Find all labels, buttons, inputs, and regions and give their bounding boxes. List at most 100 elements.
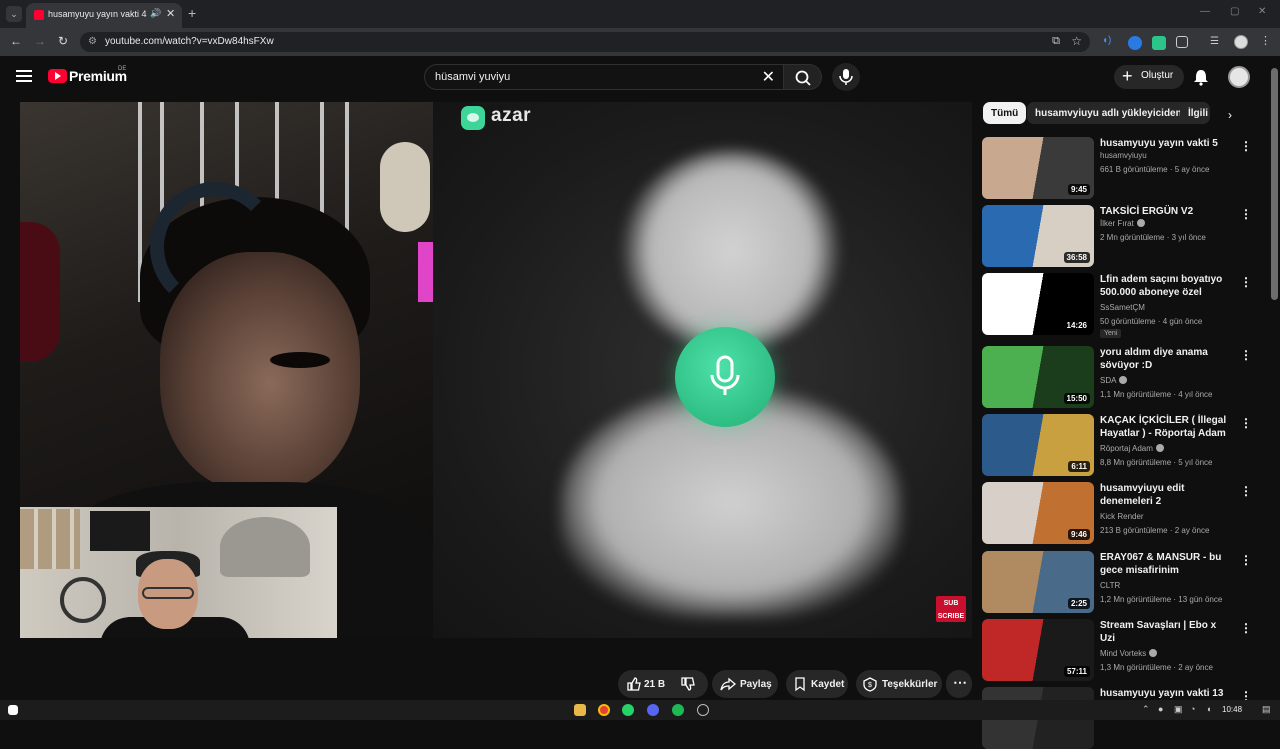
more-options-icon[interactable]: ⋮ [1240,621,1252,635]
site-info-icon[interactable]: ⚙ [88,36,97,47]
video-thumbnail[interactable]: 2:25 [982,551,1094,613]
browser-tab[interactable]: husamyuyu yayın vakti 4 - 🔊 ✕ [26,3,182,28]
notifications-center-icon[interactable]: ▤ [1262,704,1271,715]
recommendation-item[interactable]: 15:50 yoru aldım diye anama sövüyor :D SDA… [982,346,1252,408]
audio-playing-icon[interactable]: 🔊 [150,8,161,19]
recommendation-item[interactable]: 9:45 husamyuyu yayın vakti 5 husamvyiuyu 66… [982,137,1252,199]
channel-name-row[interactable]: SDA [1100,376,1128,385]
like-icon[interactable] [626,676,642,692]
back-icon[interactable]: ← [10,34,22,48]
reading-list-icon[interactable]: ☰ [1210,36,1224,50]
channel-name[interactable]: SsSametÇM [1100,303,1145,312]
extension-sound-icon[interactable]: ◖) [1102,35,1116,49]
discord-icon[interactable] [647,704,659,716]
account-avatar[interactable] [1228,66,1250,88]
tab-close-icon[interactable]: ✕ [166,7,175,20]
chip-from-uploader[interactable]: husamvyiuyu adlı yükleyiciden [1027,102,1190,124]
channel-name-row[interactable]: İlker Fırat [1100,219,1145,228]
tab-search-button[interactable]: ⌄ [6,6,22,22]
notifications-bell-icon[interactable] [1192,68,1210,86]
video-player[interactable]: azar SUB SCRIBE [20,102,972,638]
chip-related[interactable]: İlgili [1180,102,1210,124]
recommendation-item[interactable]: 2:25 ERAY067 & MANSUR - bu gece misafirin… [982,551,1252,613]
dislike-icon[interactable] [680,676,696,692]
more-options-icon[interactable]: ⋮ [1240,207,1252,221]
like-count[interactable]: 21 B [644,679,665,690]
browser-menu-icon[interactable]: ⋮ [1260,34,1274,48]
url-field[interactable]: ⚙ youtube.com/watch?v=vxDw84hsFXw ⧉ ☆ [80,32,1090,52]
channel-name[interactable]: Mind Vorteks [1100,649,1146,658]
channel-name[interactable]: İlker Fırat [1100,219,1134,228]
video-title[interactable]: ERAY067 & MANSUR - bu gece misafirinim [1100,551,1230,577]
thanks-button[interactable]: $ Teşekkürler [856,670,942,698]
reload-icon[interactable]: ↻ [58,34,68,48]
video-title[interactable]: husamyuyu yayın vakti 13 [1100,687,1230,700]
tray-mic-icon[interactable]: ● [1158,704,1163,714]
profile-avatar-icon[interactable] [1234,35,1248,49]
close-window-icon[interactable]: ✕ [1258,6,1266,17]
video-thumbnail[interactable]: 6:11 [982,414,1094,476]
extension-blue-icon[interactable] [1128,36,1142,50]
create-button[interactable]: + Oluştur [1114,65,1184,89]
extension-shield-icon[interactable] [1152,36,1166,50]
install-app-icon[interactable]: ⧉ [1052,35,1060,48]
more-options-icon[interactable]: ⋮ [1240,139,1252,153]
new-tab-button[interactable]: + [188,5,196,21]
chrome-icon[interactable] [598,704,610,716]
extensions-puzzle-icon[interactable] [1176,36,1188,48]
channel-name[interactable]: husamvyiuyu [1100,151,1147,160]
subscribe-watermark[interactable]: SUB SCRIBE [936,596,966,622]
video-title[interactable]: Lfin adem saçını boyatıyo 500.000 aboney… [1100,273,1230,299]
video-thumbnail[interactable]: 57:11 [982,619,1094,681]
video-title[interactable]: TAKSİCİ ERGÜN V2 [1100,205,1230,218]
forward-icon[interactable]: → [34,34,46,48]
tray-network-icon[interactable]: ▣ [1174,704,1183,715]
more-options-icon[interactable]: ⋮ [1240,275,1252,289]
channel-name-row[interactable]: husamvyiuyu [1100,151,1147,160]
video-thumbnail[interactable]: 9:45 [982,137,1094,199]
share-button[interactable]: Paylaş [712,670,778,698]
page-scrollbar[interactable] [1271,68,1278,300]
maximize-icon[interactable]: ▢ [1230,6,1239,17]
clear-search-icon[interactable]: ✕ [762,67,775,87]
channel-name[interactable]: SDA [1100,376,1116,385]
save-button[interactable]: Kaydet [786,670,848,698]
channel-name[interactable]: Röportaj Adam [1100,444,1153,453]
more-options-icon[interactable]: ⋮ [1240,553,1252,567]
video-thumbnail[interactable]: 15:50 [982,346,1094,408]
channel-name[interactable]: Kick Render [1100,512,1144,521]
channel-name-row[interactable]: CLTR [1100,581,1120,590]
channel-name-row[interactable]: SsSametÇM [1100,303,1145,312]
chip-all[interactable]: Tümü [983,102,1027,124]
more-options-icon[interactable]: ⋮ [1240,416,1252,430]
video-title[interactable]: KAÇAK İÇKİCİLER ( İllegal Hayatlar ) - R… [1100,414,1230,440]
windows-start-icon[interactable] [8,705,18,715]
channel-name-row[interactable]: Röportaj Adam [1100,444,1164,453]
video-thumbnail[interactable]: 9:46 [982,482,1094,544]
bookmark-star-icon[interactable]: ☆ [1071,34,1082,48]
video-title[interactable]: husamvyiuyu edit denemeleri 2 [1100,482,1230,508]
recommendation-item[interactable]: 9:46 husamvyiuyu edit denemeleri 2 Kick Re… [982,482,1252,544]
recommendation-item[interactable]: 14:26 Lfin adem saçını boyatıyo 500.000 a… [982,273,1252,338]
video-thumbnail[interactable]: 14:26 [982,273,1094,335]
more-options-icon[interactable]: ⋮ [1240,484,1252,498]
search-button[interactable] [784,64,822,90]
chips-next-icon[interactable]: › [1228,108,1232,122]
recommendation-item[interactable]: 57:11 Stream Savaşları | Ebo x Uzi Mind Vo… [982,619,1252,681]
tray-expand-icon[interactable]: ⌃ [1142,704,1150,715]
channel-name-row[interactable]: Kick Render [1100,512,1144,521]
channel-name[interactable]: CLTR [1100,581,1120,590]
youtube-logo-icon[interactable] [48,69,67,83]
more-actions-button[interactable]: ⋯ [946,670,972,698]
whatsapp-icon[interactable] [622,704,634,716]
minimize-icon[interactable]: — [1200,6,1210,17]
search-input[interactable]: hüsamvi yuviyu ✕ [424,64,784,90]
tray-volume-icon[interactable]: ◖ [1206,704,1211,714]
more-options-icon[interactable]: ⋮ [1240,348,1252,362]
recommendation-item[interactable]: 36:58 TAKSİCİ ERGÜN V2 İlker Fırat 2 Mn gör… [982,205,1252,267]
tray-wifi-icon[interactable]: ◔ [1190,704,1195,714]
hamburger-menu-icon[interactable] [16,70,32,82]
obs-icon[interactable] [697,704,709,716]
file-explorer-icon[interactable] [574,704,586,716]
spotify-icon[interactable] [672,704,684,716]
